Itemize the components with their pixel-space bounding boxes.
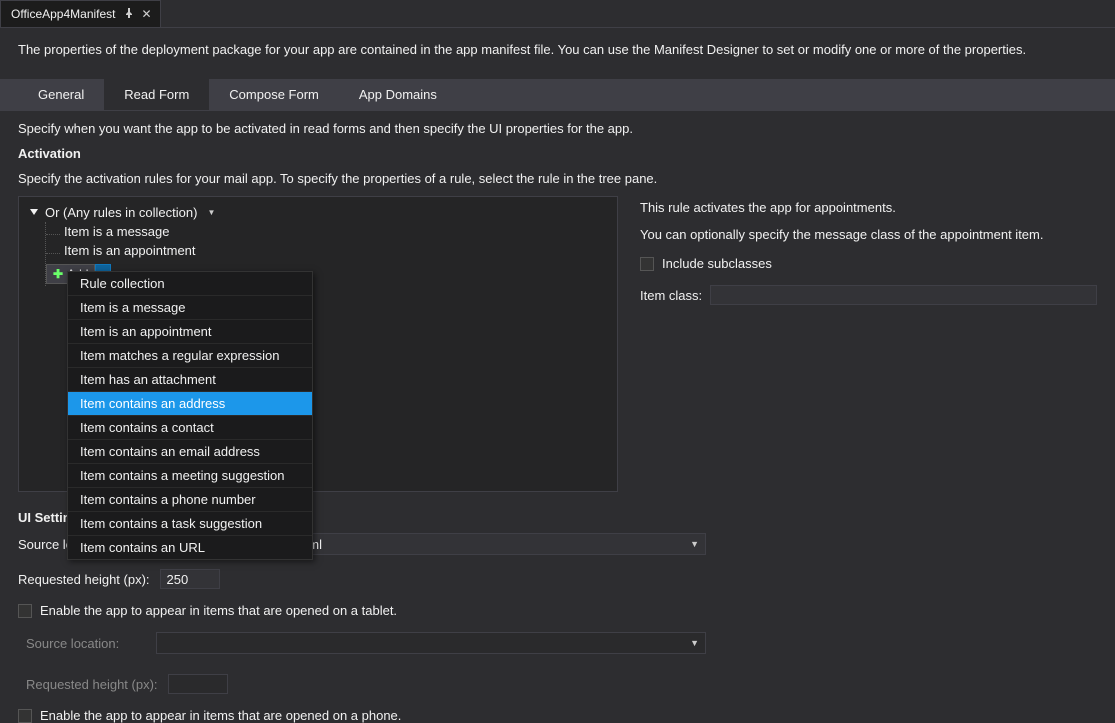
pin-icon[interactable] [124,7,134,21]
item-class-label: Item class: [640,288,702,303]
chevron-down-icon[interactable]: ▼ [207,208,215,217]
dropdown-item[interactable]: Item contains an address [68,392,312,416]
tab-read-form[interactable]: Read Form [104,79,209,110]
item-class-input[interactable] [710,285,1097,305]
add-rule-dropdown: Rule collectionItem is a messageItem is … [67,271,313,560]
designer-hint: The properties of the deployment package… [18,42,1097,57]
tree-item[interactable]: Item is an appointment [46,241,613,260]
chevron-down-icon: ▼ [690,539,699,549]
tab-compose-form[interactable]: Compose Form [209,79,339,110]
dropdown-item[interactable]: Item contains an email address [68,440,312,464]
dropdown-item[interactable]: Rule collection [68,272,312,296]
document-tab-row: OfficeApp4Manifest ✕ [0,0,1115,28]
tab-app-domains[interactable]: App Domains [339,79,457,110]
dropdown-item[interactable]: Item contains an URL [68,536,312,559]
nav-tabs: General Read Form Compose Form App Domai… [0,79,1115,111]
tab-general[interactable]: General [18,79,104,110]
dropdown-item[interactable]: Item is an appointment [68,320,312,344]
enable-tablet-label: Enable the app to appear in items that a… [40,603,397,618]
rule-detail-line2: You can optionally specify the message c… [640,227,1097,242]
read-form-intro: Specify when you want the app to be acti… [18,121,1097,136]
expand-icon[interactable] [29,205,39,220]
rule-detail-line1: This rule activates the app for appointm… [640,200,1097,215]
dropdown-item[interactable]: Item has an attachment [68,368,312,392]
document-tab[interactable]: OfficeApp4Manifest ✕ [0,0,161,27]
disabled-source-location-combo: ▼ [156,632,706,654]
dropdown-item[interactable]: Item is a message [68,296,312,320]
tree-root-label: Or (Any rules in collection) [45,205,197,220]
close-icon[interactable]: ✕ [142,7,152,21]
tree-item[interactable]: Item is a message [46,222,613,241]
include-subclasses-checkbox[interactable] [640,257,654,271]
requested-height-label: Requested height (px): [18,572,150,587]
plus-icon: ✚ [47,267,67,281]
dropdown-item[interactable]: Item contains a phone number [68,488,312,512]
tree-root-node[interactable]: Or (Any rules in collection) ▼ [23,203,613,222]
dropdown-item[interactable]: Item contains a meeting suggestion [68,464,312,488]
enable-tablet-checkbox[interactable] [18,604,32,618]
activation-desc: Specify the activation rules for your ma… [18,171,1097,186]
dropdown-item[interactable]: Item contains a contact [68,416,312,440]
disabled-source-location-label: Source location: [26,636,150,651]
dropdown-item[interactable]: Item matches a regular expression [68,344,312,368]
dropdown-item[interactable]: Item contains a task suggestion [68,512,312,536]
disabled-requested-height-input [168,674,228,694]
enable-phone-checkbox[interactable] [18,709,32,723]
activation-heading: Activation [18,146,1097,161]
rule-detail-panel: This rule activates the app for appointm… [640,196,1097,492]
chevron-down-icon: ▼ [690,638,699,648]
include-subclasses-label: Include subclasses [662,256,772,271]
requested-height-input[interactable] [160,569,220,589]
disabled-requested-height-label: Requested height (px): [26,677,158,692]
document-tab-title: OfficeApp4Manifest [11,7,116,21]
